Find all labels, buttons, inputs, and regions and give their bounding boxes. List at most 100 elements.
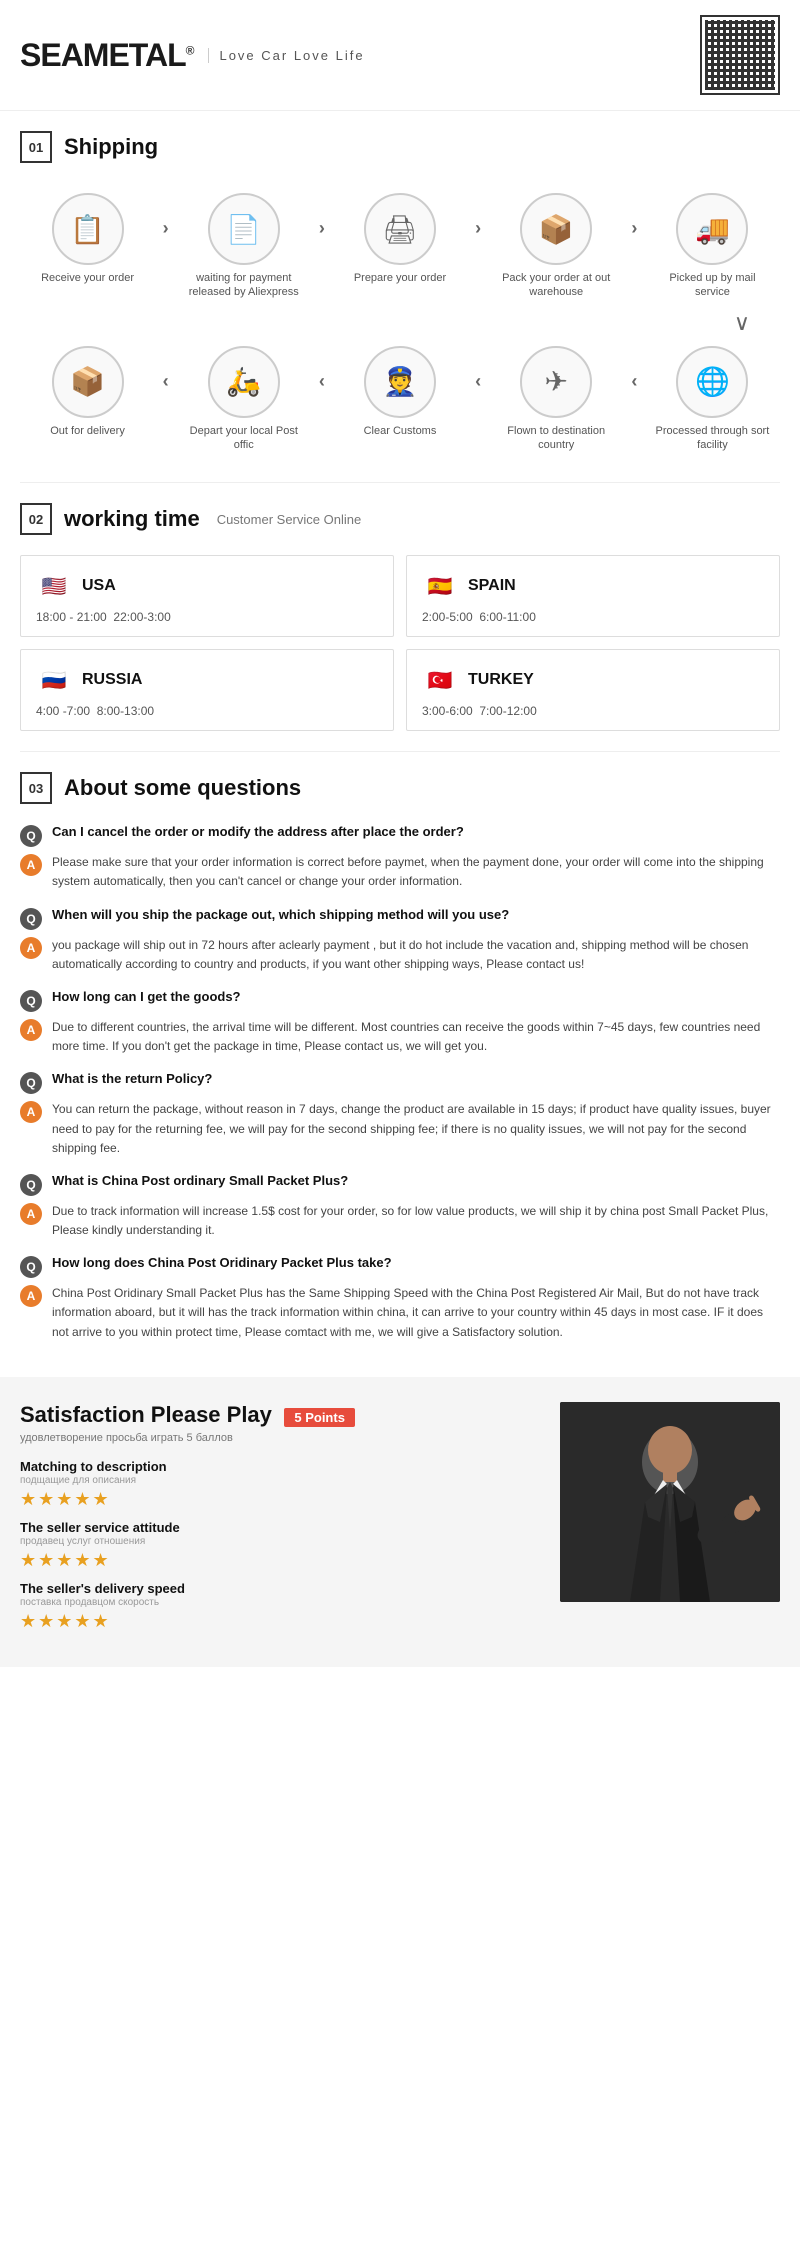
flow-row-1: 📋 Receive your order › 📄 waiting for pay… xyxy=(20,193,780,300)
rating-description-sub: подщащие для описания xyxy=(20,1475,540,1486)
spain-flag: 🇪🇸 xyxy=(422,568,458,604)
rating-delivery-stars: ★★★★★ xyxy=(20,1611,540,1632)
rating-service-stars: ★★★★★ xyxy=(20,1550,540,1571)
faq-item-4: Q What is the return Policy? A You can r… xyxy=(20,1071,780,1158)
country-grid: 🇺🇸 USA 18:00 - 21:00 22:00-3:00 🇪🇸 SPAIN… xyxy=(20,555,780,731)
faq-list: Q Can I cancel the order or modify the a… xyxy=(0,814,800,1377)
faq-answer-5: Due to track information will increase 1… xyxy=(52,1202,780,1240)
arrow-3: › xyxy=(475,193,481,239)
faq-a-row-6: A China Post Oridinary Small Packet Plus… xyxy=(20,1284,780,1342)
q-badge-6: Q xyxy=(20,1256,42,1278)
satisfaction-left: Satisfaction Please Play 5 Points удовле… xyxy=(20,1402,540,1642)
section-num-02: 02 xyxy=(20,503,52,535)
satisfaction-subtitle-ru: удовлетворение просьба играть 5 баллов xyxy=(20,1432,540,1444)
arrow-2: › xyxy=(319,193,325,239)
logo-sea: SEA xyxy=(20,37,83,73)
working-title: working time xyxy=(64,506,200,532)
faq-question-1: Can I cancel the order or modify the add… xyxy=(52,824,464,839)
rating-service-sub: продавец услуг отношения xyxy=(20,1536,540,1547)
faq-answer-2: you package will ship out in 72 hours af… xyxy=(52,936,780,974)
faq-item-5: Q What is China Post ordinary Small Pack… xyxy=(20,1173,780,1240)
country-usa: 🇺🇸 USA 18:00 - 21:00 22:00-3:00 xyxy=(20,555,394,637)
faq-q-2: Q When will you ship the package out, wh… xyxy=(20,907,780,930)
working-subtitle: Customer Service Online xyxy=(217,512,362,527)
qr-image xyxy=(705,20,775,90)
pack-icon: 📦 xyxy=(520,193,592,265)
faq-answer-1: Please make sure that your order informa… xyxy=(52,853,780,891)
faq-question-3: How long can I get the goods? xyxy=(52,989,241,1004)
faq-q-6: Q How long does China Post Oridinary Pac… xyxy=(20,1255,780,1278)
sort-icon: 🌐 xyxy=(676,346,748,418)
waiting-label: waiting for payment released by Aliexpre… xyxy=(184,271,304,300)
flow-item-outdelivery: 📦 Out for delivery xyxy=(28,346,148,438)
faq-item-2: Q When will you ship the package out, wh… xyxy=(20,907,780,974)
russia-flag: 🇷🇺 xyxy=(36,662,72,698)
depart-label: Depart your local Post offic xyxy=(184,424,304,453)
russia-name: RUSSIA xyxy=(82,671,142,689)
faq-a-row-5: A Due to track information will increase… xyxy=(20,1202,780,1240)
faq-item-6: Q How long does China Post Oridinary Pac… xyxy=(20,1255,780,1342)
faq-question-4: What is the return Policy? xyxy=(52,1071,212,1086)
a-badge-5: A xyxy=(20,1203,42,1225)
faq-answer-6: China Post Oridinary Small Packet Plus h… xyxy=(52,1284,780,1342)
faq-item-3: Q How long can I get the goods? A Due to… xyxy=(20,989,780,1056)
usa-name: USA xyxy=(82,577,116,595)
rating-description-label: Matching to description xyxy=(20,1459,540,1474)
faq-question-2: When will you ship the package out, whic… xyxy=(52,907,509,922)
header: SEAMETAL® Love Car Love Life xyxy=(0,0,800,111)
flow-item-depart: 🛵 Depart your local Post offic xyxy=(184,346,304,453)
faq-q-3: Q How long can I get the goods? xyxy=(20,989,780,1012)
satisfaction-title: Satisfaction Please Play xyxy=(20,1402,272,1427)
rating-description: Matching to description подщащие для опи… xyxy=(20,1459,540,1510)
arrow-5: ‹ xyxy=(163,346,169,392)
logo-tagline: Love Car Love Life xyxy=(208,48,364,63)
logo-metal: METAL xyxy=(83,37,186,73)
arrow-4: › xyxy=(631,193,637,239)
spain-header: 🇪🇸 SPAIN xyxy=(422,568,764,604)
faq-q-4: Q What is the return Policy? xyxy=(20,1071,780,1094)
faq-q-5: Q What is China Post ordinary Small Pack… xyxy=(20,1173,780,1196)
arrow-8: ‹ xyxy=(631,346,637,392)
q-badge-3: Q xyxy=(20,990,42,1012)
flow-item-receive: 📋 Receive your order xyxy=(28,193,148,285)
faq-a-row-1: A Please make sure that your order infor… xyxy=(20,853,780,891)
shipping-flow: 📋 Receive your order › 📄 waiting for pay… xyxy=(0,173,800,482)
rating-service-label: The seller service attitude xyxy=(20,1520,540,1535)
q-badge-2: Q xyxy=(20,908,42,930)
customs-icon: 👮 xyxy=(364,346,436,418)
usa-header: 🇺🇸 USA xyxy=(36,568,378,604)
russia-hours: 4:00 -7:00 8:00-13:00 xyxy=(36,704,378,718)
rating-delivery-label: The seller's delivery speed xyxy=(20,1581,540,1596)
prepare-label: Prepare your order xyxy=(354,271,446,285)
faq-question-5: What is China Post ordinary Small Packet… xyxy=(52,1173,348,1188)
working-time-grid: 🇺🇸 USA 18:00 - 21:00 22:00-3:00 🇪🇸 SPAIN… xyxy=(0,545,800,751)
country-turkey: 🇹🇷 TURKEY 3:00-6:00 7:00-12:00 xyxy=(406,649,780,731)
rating-delivery: The seller's delivery speed поставка про… xyxy=(20,1581,540,1632)
prepare-icon: 🖨 xyxy=(364,193,436,265)
flow-item-prepare: 🖨 Prepare your order xyxy=(340,193,460,285)
turkey-name: TURKEY xyxy=(468,671,534,689)
faq-a-row-4: A You can return the package, without re… xyxy=(20,1100,780,1158)
turkey-hours: 3:00-6:00 7:00-12:00 xyxy=(422,704,764,718)
outdelivery-label: Out for delivery xyxy=(50,424,125,438)
faq-a-row-3: A Due to different countries, the arriva… xyxy=(20,1018,780,1056)
a-badge-6: A xyxy=(20,1285,42,1307)
points-badge: 5 Points xyxy=(284,1408,355,1427)
usa-hours: 18:00 - 21:00 22:00-3:00 xyxy=(36,610,378,624)
receive-icon: 📋 xyxy=(52,193,124,265)
flow-item-pack: 📦 Pack your order at out warehouse xyxy=(496,193,616,300)
a-badge-3: A xyxy=(20,1019,42,1041)
faq-item-1: Q Can I cancel the order or modify the a… xyxy=(20,824,780,891)
sort-label: Processed through sort facility xyxy=(652,424,772,453)
spain-hours: 2:00-5:00 6:00-11:00 xyxy=(422,610,764,624)
flow-arrow-down: ∨ xyxy=(20,310,780,336)
rating-description-stars: ★★★★★ xyxy=(20,1489,540,1510)
faq-answer-3: Due to different countries, the arrival … xyxy=(52,1018,780,1056)
faq-section-header: 03 About some questions xyxy=(0,752,800,814)
person-image xyxy=(560,1402,780,1602)
pickup-icon: 🚚 xyxy=(676,193,748,265)
shipping-section-header: 01 Shipping xyxy=(0,111,800,173)
section-num-03: 03 xyxy=(20,772,52,804)
spain-name: SPAIN xyxy=(468,577,516,595)
faq-answer-4: You can return the package, without reas… xyxy=(52,1100,780,1158)
